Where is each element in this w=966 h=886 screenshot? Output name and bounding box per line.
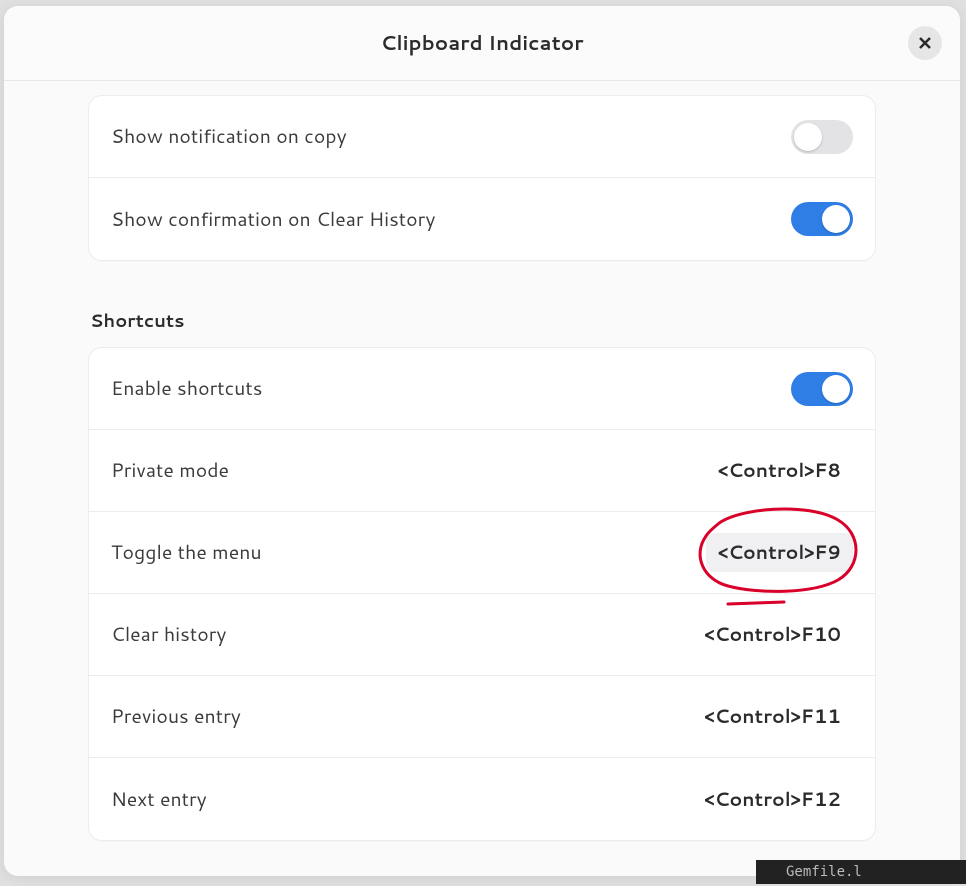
close-button[interactable] [908,26,942,60]
titlebar: Clipboard Indicator [4,6,960,81]
close-icon [918,36,932,50]
backdrop: Clipboard Indicator Show notification on… [0,0,966,886]
row-show-notification[interactable]: Show notification on copy [89,96,875,178]
window-title: Clipboard Indicator [381,29,584,57]
shortcut-value[interactable]: <Control>F12 [693,780,853,819]
row-label: Clear history [111,621,226,648]
row-label: Toggle the menu [111,539,262,566]
shortcut-value[interactable]: <Control>F9 [706,533,853,572]
shortcuts-heading: Shortcuts [90,307,876,333]
row-label: Enable shortcuts [111,375,262,402]
external-editor-fragment: Gemfile.l [756,860,966,884]
row-enable-shortcuts[interactable]: Enable shortcuts [89,348,875,430]
general-settings-card: Show notification on copy Show confirmat… [88,95,876,261]
row-label: Next entry [111,786,207,813]
row-clear-history[interactable]: Clear history <Control>F10 [89,594,875,676]
shortcut-value[interactable]: <Control>F11 [693,697,853,736]
switch-show-notification[interactable] [791,120,853,154]
row-label: Private mode [111,457,229,484]
switch-knob [822,205,850,233]
row-label: Previous entry [111,703,241,730]
switch-enable-shortcuts[interactable] [791,372,853,406]
row-show-confirmation[interactable]: Show confirmation on Clear History [89,178,875,260]
row-previous-entry[interactable]: Previous entry <Control>F11 [89,676,875,758]
settings-window: Clipboard Indicator Show notification on… [4,6,960,876]
row-private-mode[interactable]: Private mode <Control>F8 [89,430,875,512]
shortcut-value[interactable]: <Control>F10 [693,615,853,654]
row-toggle-menu[interactable]: Toggle the menu <Control>F9 [89,512,875,594]
shortcut-value[interactable]: <Control>F8 [706,451,853,490]
gemfile-label: Gemfile.l [786,864,862,880]
switch-knob [822,375,850,403]
switch-knob [794,123,822,151]
row-next-entry[interactable]: Next entry <Control>F12 [89,758,875,840]
shortcuts-card: Enable shortcuts Private mode <Control>F… [88,347,876,841]
row-label: Show notification on copy [111,123,347,150]
row-label: Show confirmation on Clear History [111,206,435,233]
switch-show-confirmation[interactable] [791,202,853,236]
content-area: Show notification on copy Show confirmat… [4,81,960,876]
